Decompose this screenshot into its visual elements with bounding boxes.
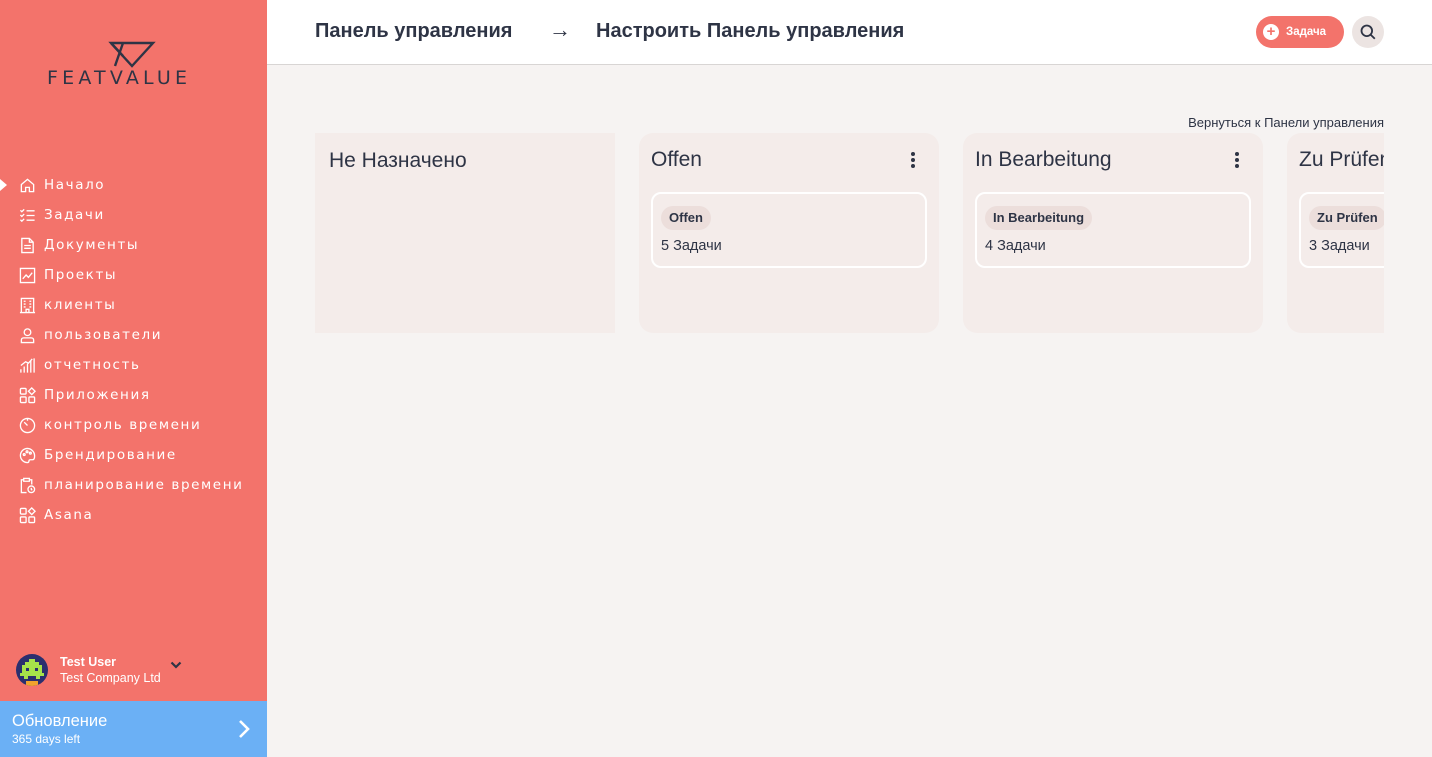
add-task-label: Задача xyxy=(1286,26,1327,38)
building-icon xyxy=(18,296,36,314)
status-card[interactable]: Zu Prüfen 3 Задачи xyxy=(1299,192,1384,268)
status-card[interactable]: In Bearbeitung 4 Задачи xyxy=(975,192,1251,268)
column-title: In Bearbeitung xyxy=(975,148,1112,171)
upgrade-banner[interactable]: Обновление 365 days left xyxy=(0,701,267,757)
bar-chart-icon xyxy=(18,356,36,374)
user-icon xyxy=(18,326,36,344)
top-header: Панель управления → Настроить Панель упр… xyxy=(267,0,1432,65)
sidebar-item-apps[interactable]: Приложения xyxy=(0,380,267,410)
sidebar-item-users[interactable]: пользователи xyxy=(0,320,267,350)
document-icon xyxy=(18,236,36,254)
chevron-down-icon[interactable] xyxy=(169,658,183,677)
status-card[interactable]: Offen 5 Задачи xyxy=(651,192,927,268)
sidebar-item-documents[interactable]: Документы xyxy=(0,230,267,260)
sidebar-item-label: Начало xyxy=(44,177,106,193)
sidebar-item-label: планирование времени xyxy=(44,477,244,493)
user-info: Test User Test Company Ltd xyxy=(60,654,161,686)
sidebar-item-label: Проекты xyxy=(44,267,118,283)
column-menu-icon[interactable] xyxy=(1233,151,1241,169)
status-badge: In Bearbeitung xyxy=(985,206,1093,230)
column-in-bearbeitung: In Bearbeitung In Bearbeitung 4 Задачи xyxy=(963,133,1263,333)
column-title: Offen xyxy=(651,148,702,171)
search-icon xyxy=(1360,24,1376,40)
avatar xyxy=(16,654,48,686)
task-count: 3 Задачи xyxy=(1309,238,1370,254)
search-button[interactable] xyxy=(1352,16,1384,48)
sidebar-item-asana[interactable]: Asana xyxy=(0,500,267,530)
sidebar-item-time-tracking[interactable]: контроль времени xyxy=(0,410,267,440)
sidebar-item-time-planning[interactable]: планирование времени xyxy=(0,470,267,500)
breadcrumb-arrow-icon: → xyxy=(549,17,571,42)
clipboard-clock-icon xyxy=(18,476,36,494)
sidebar-item-label: отчетность xyxy=(44,357,141,373)
sidebar-item-label: Задачи xyxy=(44,207,105,223)
timer-icon xyxy=(18,416,36,434)
sidebar: FEATVALUE Начало Задачи Документы Проект… xyxy=(0,0,267,757)
column-zu-pruefen: Zu Prüfen Zu Prüfen 3 Задачи xyxy=(1287,133,1384,333)
upgrade-title: Обновление xyxy=(12,712,108,730)
chevron-right-icon xyxy=(237,718,251,745)
sidebar-item-projects[interactable]: Проекты xyxy=(0,260,267,290)
sidebar-item-label: Брендирование xyxy=(44,447,177,463)
sidebar-item-label: Документы xyxy=(44,237,140,253)
sidebar-nav: Начало Задачи Документы Проекты клиенты … xyxy=(0,170,267,530)
sidebar-item-branding[interactable]: Брендирование xyxy=(0,440,267,470)
palette-icon xyxy=(18,446,36,464)
sidebar-item-clients[interactable]: клиенты xyxy=(0,290,267,320)
sidebar-item-home[interactable]: Начало xyxy=(0,170,267,200)
status-badge: Offen xyxy=(661,206,711,230)
apps-icon xyxy=(18,386,36,404)
apps-icon xyxy=(18,506,36,524)
sidebar-item-label: контроль времени xyxy=(44,417,202,433)
column-menu-icon[interactable] xyxy=(909,151,917,169)
upgrade-days-left: 365 days left xyxy=(12,732,81,746)
sidebar-item-label: Приложения xyxy=(44,387,151,403)
user-name: Test User xyxy=(60,655,117,669)
task-count: 4 Задачи xyxy=(985,238,1046,254)
featvalue-logo[interactable]: FEATVALUE xyxy=(47,40,222,92)
sidebar-item-label: Asana xyxy=(44,507,94,523)
sidebar-item-reporting[interactable]: отчетность xyxy=(0,350,267,380)
logo-text: FEATVALUE xyxy=(47,67,192,89)
active-indicator xyxy=(0,179,7,191)
checklist-icon xyxy=(18,206,36,224)
home-icon xyxy=(18,176,36,194)
back-to-dashboard-link[interactable]: Вернуться к Панели управления xyxy=(1188,115,1384,130)
page-title: Настроить Панель управления xyxy=(596,20,905,42)
column-unassigned: Не Назначено xyxy=(315,133,615,333)
kanban-board: Не Назначено Offen Offen 5 Задачи In Bea… xyxy=(315,133,1384,333)
task-count: 5 Задачи xyxy=(661,238,722,254)
sidebar-item-label: клиенты xyxy=(44,297,117,313)
sidebar-item-tasks[interactable]: Задачи xyxy=(0,200,267,230)
status-badge: Zu Prüfen xyxy=(1309,206,1384,230)
sidebar-item-label: пользователи xyxy=(44,327,163,343)
breadcrumb-dashboard[interactable]: Панель управления xyxy=(315,20,512,43)
user-menu[interactable]: Test User Test Company Ltd xyxy=(16,652,256,688)
logo-mark-icon xyxy=(108,41,156,68)
plus-icon: + xyxy=(1263,24,1279,40)
chart-board-icon xyxy=(18,266,36,284)
add-task-button[interactable]: + Задача xyxy=(1256,16,1344,48)
column-title: Не Назначено xyxy=(329,149,467,172)
user-company: Test Company Ltd xyxy=(60,671,161,685)
column-offen: Offen Offen 5 Задачи xyxy=(639,133,939,333)
column-title: Zu Prüfen xyxy=(1299,148,1384,171)
